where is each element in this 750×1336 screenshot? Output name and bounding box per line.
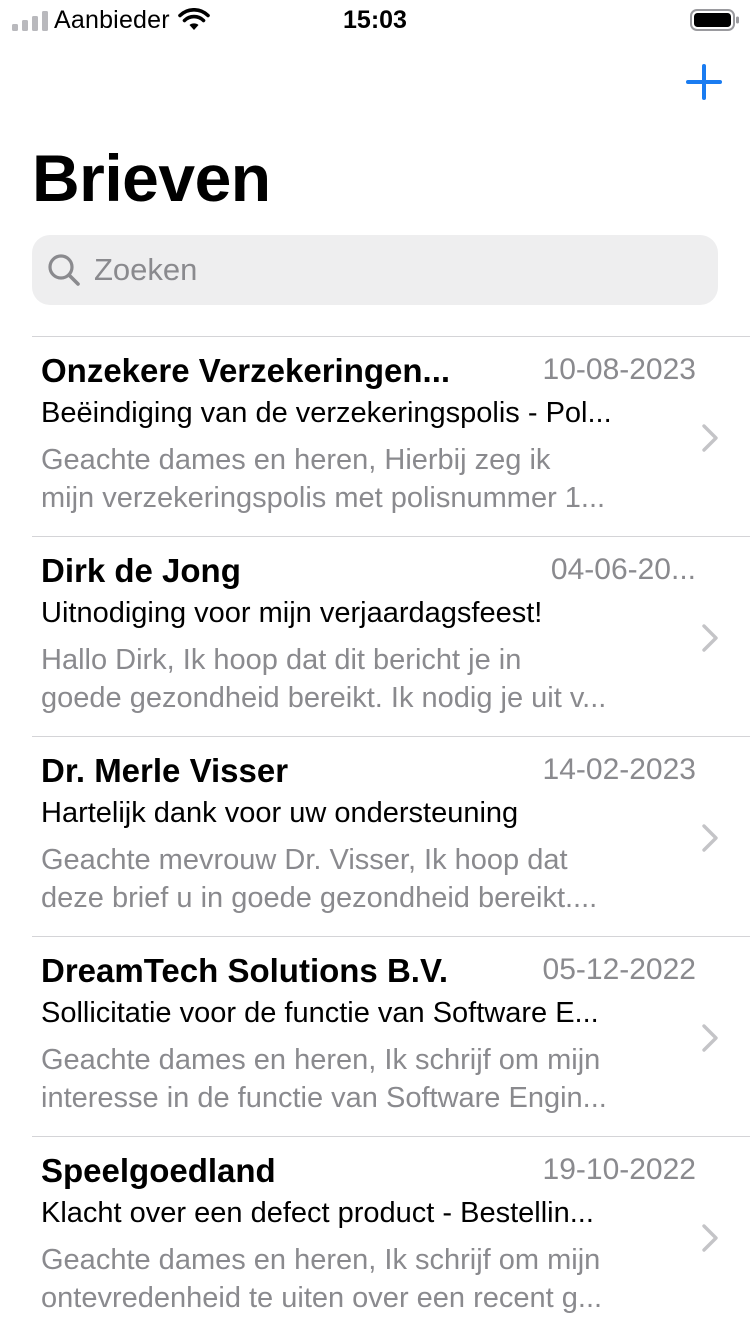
letter-preview: Geachte dames en heren, Ik schrijf om mi… [41, 1041, 673, 1117]
chevron-right-icon [702, 1024, 718, 1052]
letter-preview: Geachte mevrouw Dr. Visser, Ik hoop dat … [41, 841, 673, 917]
letter-subject: Beëindiging van de verzekeringspolis - P… [41, 397, 612, 429]
letter-sender: Dirk de Jong [41, 552, 241, 589]
plus-icon [686, 64, 722, 100]
letter-preview-line: goede gezondheid bereikt. Ik nodig je ui… [41, 682, 607, 714]
letter-sender: Speelgoedland [41, 1152, 276, 1189]
status-bar: Aanbieder 15:03 [0, 0, 750, 40]
letter-preview: Geachte dames en heren, Ik schrijf om mi… [41, 1241, 673, 1317]
search-icon [48, 254, 80, 286]
letter-date: 04-06-20... [550, 553, 696, 586]
letter-row[interactable]: DreamTech Solutions B.V. 05-12-2022 Soll… [32, 936, 750, 1136]
chevron-right-icon [702, 424, 718, 452]
letter-preview-line: Geachte mevrouw Dr. Visser, Ik hoop dat [41, 844, 568, 876]
letter-preview-line: ontevredenheid te uiten over een recent … [41, 1282, 603, 1314]
letter-row[interactable]: Speelgoedland 19-10-2022 Klacht over een… [32, 1136, 750, 1336]
chevron-right-icon [702, 624, 718, 652]
letter-sender: Dr. Merle Visser [41, 752, 289, 789]
page-title: Brieven [32, 141, 271, 215]
chevron-right-icon [702, 824, 718, 852]
letter-subject: Hartelijk dank voor uw ondersteuning [41, 797, 519, 829]
letter-preview-line: Hallo Dirk, Ik hoop dat dit bericht je i… [41, 644, 522, 676]
letter-subject: Klacht over een defect product - Bestell… [41, 1197, 594, 1229]
letter-date: 05-12-2022 [542, 953, 696, 986]
chevron-right-icon [702, 1224, 718, 1252]
letter-preview-line: Geachte dames en heren, Ik schrijf om mi… [41, 1044, 601, 1076]
letter-sender: Onzekere Verzekeringen... [41, 352, 451, 389]
letter-sender: DreamTech Solutions B.V. [41, 952, 449, 989]
letter-subject: Uitnodiging voor mijn verjaardagsfeest! [41, 597, 543, 629]
letter-date: 14-02-2023 [542, 753, 696, 786]
letter-preview-line: interesse in de functie van Software Eng… [41, 1082, 607, 1114]
letter-date: 19-10-2022 [542, 1153, 696, 1186]
search-field[interactable] [32, 235, 718, 305]
letter-row[interactable]: Onzekere Verzekeringen... 10-08-2023 Beë… [32, 336, 750, 536]
battery-icon [690, 9, 739, 31]
letter-date: 10-08-2023 [542, 353, 696, 386]
letter-row[interactable]: Dr. Merle Visser 14-02-2023 Hartelijk da… [32, 736, 750, 936]
letter-preview-line: deze brief u in goede gezondheid bereikt… [41, 882, 598, 914]
letter-preview-line: Geachte dames en heren, Hierbij zeg ik [41, 444, 551, 476]
letter-row[interactable]: Dirk de Jong 04-06-20... Uitnodiging voo… [32, 536, 750, 736]
add-letter-button[interactable] [680, 58, 728, 106]
letter-preview-line: Geachte dames en heren, Ik schrijf om mi… [41, 1244, 601, 1276]
status-time: 15:03 [343, 6, 407, 34]
search-input[interactable] [94, 235, 694, 305]
letter-preview: Hallo Dirk, Ik hoop dat dit bericht je i… [41, 641, 673, 717]
letter-preview: Geachte dames en heren, Hierbij zeg ik m… [41, 441, 673, 517]
letter-subject: Sollicitatie voor de functie van Softwar… [41, 997, 599, 1029]
letter-list: Onzekere Verzekeringen... 10-08-2023 Beë… [32, 336, 750, 1336]
letter-preview-line: mijn verzekeringspolis met polisnummer 1… [41, 482, 606, 514]
